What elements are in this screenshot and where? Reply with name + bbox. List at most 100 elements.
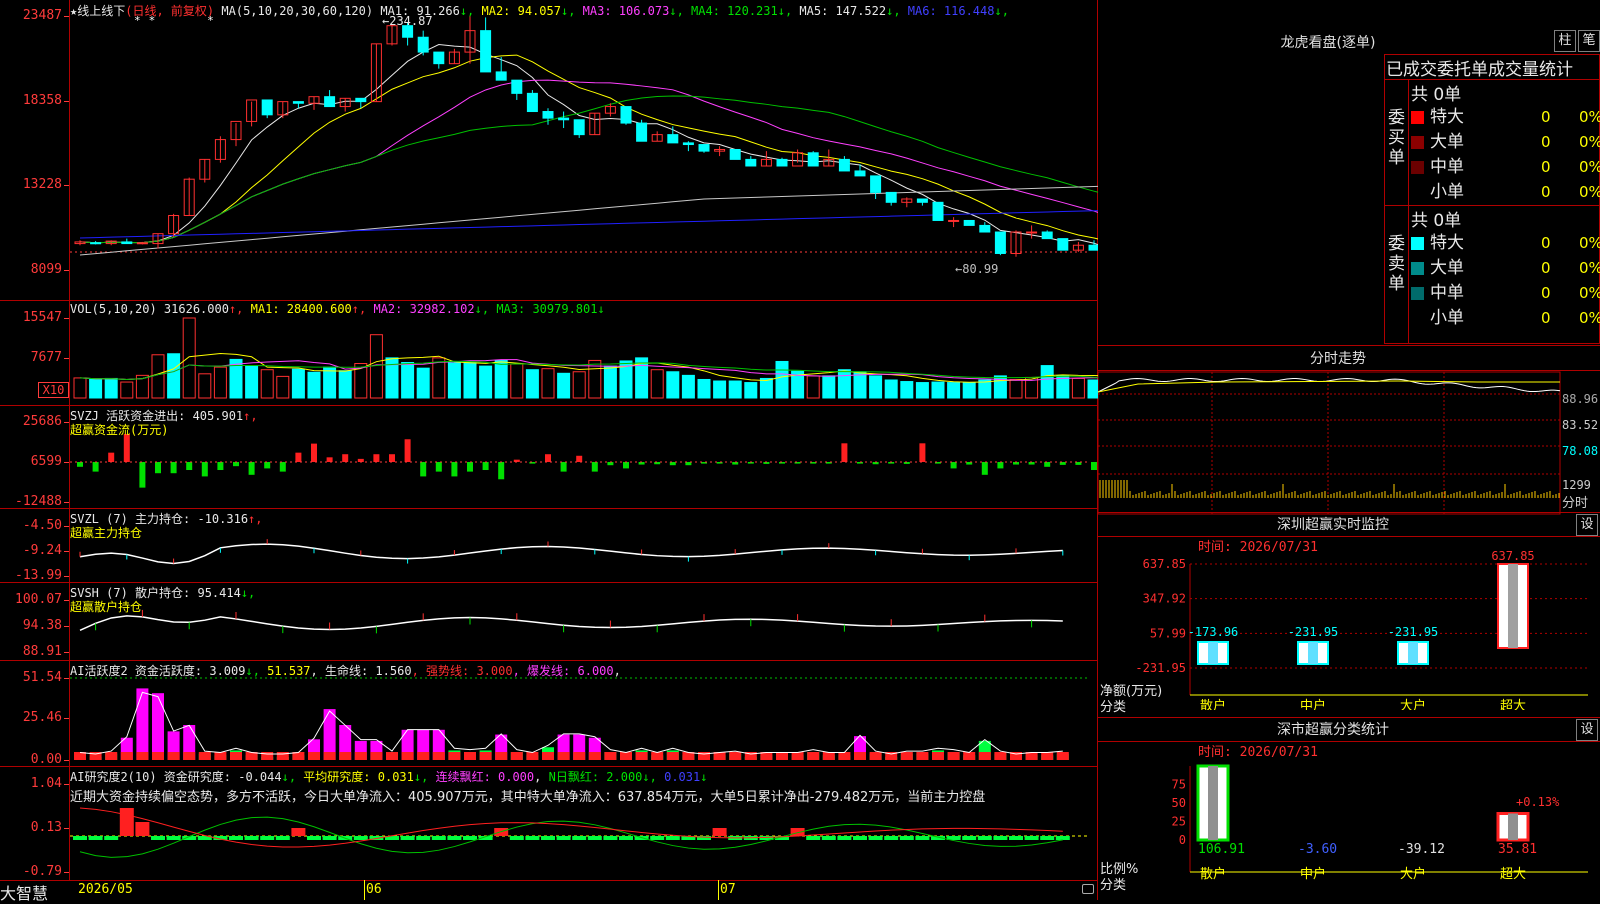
- buy-row-1[interactable]: 大单 0 0%: [1411, 130, 1600, 155]
- ma-value-4: MA4: 120.231: [683, 4, 778, 18]
- vol-header-part-3: MA1: 28400.600: [250, 302, 352, 316]
- volume-bar: [931, 381, 945, 399]
- fenshi-y3: 78.08: [1562, 444, 1599, 458]
- vol-y-tick-1: 7677: [30, 350, 62, 365]
- main-chart-area[interactable]: ★线上线下(日线, 前复权) MA(5,10,20,30,60,120) MA1…: [0, 0, 1098, 903]
- activity-base-bar: [651, 752, 664, 760]
- color-swatch: [1411, 185, 1424, 199]
- candle-body: [480, 30, 492, 73]
- ma-value-2: MA2: 94.057: [474, 4, 561, 18]
- right-panel: 龙虎看盘(逐单) 柱 笔 已成交委托单成交量统计 委买单 委卖单 共 0单 共 …: [1098, 0, 1600, 900]
- candle-body: [558, 117, 570, 121]
- activity-base-bar: [401, 752, 414, 760]
- vol-header-part-4: ↑,: [351, 302, 374, 316]
- activity-base-bar: [588, 752, 601, 760]
- color-swatch: [1411, 135, 1424, 149]
- sell-row-0[interactable]: 特大 0 0%: [1411, 231, 1600, 256]
- candle-body: [776, 158, 788, 167]
- research-bar: [1009, 836, 1023, 840]
- chart-canvas: [70, 16, 1098, 858]
- volume-bar: [557, 372, 571, 399]
- activity-base-bar: [432, 752, 445, 760]
- buy-row-2[interactable]: 中单 0 0%: [1411, 155, 1600, 180]
- buy-pct: 0%: [1579, 133, 1600, 151]
- candle-body: [885, 191, 897, 203]
- volume-bar: [416, 367, 430, 399]
- monitor-chart: 637.85 347.92 57.99 -231.95 -173.96 散户 -231.95…: [1135, 549, 1588, 710]
- bar-mode-button[interactable]: 柱: [1554, 30, 1576, 52]
- buy-label: 大单: [1430, 132, 1464, 152]
- vol-header-part-1: 31626.000: [163, 302, 229, 316]
- monitor-bar-label: -231.95: [1288, 625, 1339, 639]
- activity-base-bar: [900, 752, 913, 760]
- longhu-tabs[interactable]: 已成交委托单成交量统计: [1386, 55, 1600, 80]
- volume-bar: [759, 377, 773, 399]
- huoyue-y-tick-0: 51.54: [22, 670, 62, 685]
- monitor-category: 大户: [1400, 698, 1426, 710]
- fund-flow-comment: 近期大资金持续偏空态势，多方不活跃，今日大单净流入：405.907万元，其中特大…: [70, 790, 986, 805]
- research-bar: [977, 836, 992, 840]
- monitor-xlabel: 分类: [1100, 700, 1127, 715]
- sell-count: 0: [1541, 284, 1551, 302]
- lock-icon[interactable]: [1082, 884, 1094, 894]
- activity-base-bar: [635, 752, 648, 760]
- sell-row-2[interactable]: 中单 0 0%: [1411, 281, 1600, 306]
- monitor-category: 中户: [1300, 698, 1326, 710]
- volume-bar: [463, 361, 477, 399]
- research-bar: [151, 836, 165, 840]
- sell-label: 大单: [1430, 258, 1464, 278]
- research-bar: [993, 836, 1008, 840]
- flow-bar: [498, 462, 505, 480]
- color-swatch: [1411, 110, 1424, 124]
- ma10-line: [79, 54, 1098, 244]
- svzl-y-tick-2: -13.99: [15, 568, 62, 583]
- svsh-y-tick-0: 100.07: [15, 592, 62, 607]
- volume-bar: [432, 357, 446, 399]
- vol-header-part-8: ↓: [597, 302, 605, 316]
- research-bar: [353, 836, 368, 840]
- fenshi-frame: [1098, 371, 1561, 515]
- flow-bar: [326, 457, 333, 462]
- yanjiu-y-tick-1: 0.13: [30, 820, 62, 835]
- research-bar: [806, 836, 821, 840]
- candle-body: [729, 148, 741, 160]
- research-bar: [868, 836, 883, 840]
- flow-bar: [92, 462, 99, 472]
- sell-row-1[interactable]: 大单 0 0%: [1411, 256, 1600, 281]
- buy-label: 小单: [1430, 182, 1464, 202]
- volume-bar: [1056, 375, 1070, 399]
- color-swatch: [1411, 286, 1424, 300]
- buy-count: 0: [1541, 108, 1551, 126]
- stats-category-3: 超大: [1500, 867, 1526, 882]
- volume-bar: [1040, 365, 1054, 399]
- sell-label: 特大: [1430, 233, 1464, 253]
- sell-row-3[interactable]: 小单 0 0%: [1411, 306, 1600, 331]
- flow-bar: [295, 452, 302, 462]
- brand-logo[interactable]: 大智慧: [0, 880, 66, 904]
- intraday-chart[interactable]: [1098, 370, 1600, 520]
- research-bar: [104, 836, 119, 840]
- research-bar: [431, 836, 446, 840]
- buy-row-3[interactable]: 小单 0 0%: [1411, 180, 1600, 205]
- sell-label: 中单: [1430, 283, 1464, 303]
- huoyue-header-part-1: ↓,: [245, 664, 268, 678]
- fenshi-price-line: [1098, 377, 1561, 393]
- monitor-bar-label: 637.85: [1491, 549, 1534, 563]
- research-bar: [821, 836, 836, 840]
- monitor-category: 散户: [1200, 698, 1226, 710]
- activity-base-bar: [323, 752, 336, 760]
- sell-total: 共 0单: [1411, 211, 1462, 231]
- tick-mode-button[interactable]: 笔: [1578, 30, 1600, 52]
- volume-bar: [541, 368, 555, 399]
- buy-row-0[interactable]: 特大 0 0%: [1411, 105, 1600, 130]
- indicator-title[interactable]: 线上线下: [77, 4, 125, 18]
- volume-bar: [822, 375, 836, 399]
- activity-base-bar: [495, 752, 508, 760]
- candle-body: [526, 92, 538, 113]
- ma-values: MA1: 91.266↓, MA2: 94.057↓, MA3: 106.073…: [380, 4, 1009, 18]
- buy-pct: 0%: [1579, 158, 1600, 176]
- flow-bar: [404, 439, 411, 462]
- activity-base-bar: [136, 752, 149, 760]
- ma-arrow-2: ↓,: [560, 4, 576, 18]
- volume-bar: [323, 366, 337, 399]
